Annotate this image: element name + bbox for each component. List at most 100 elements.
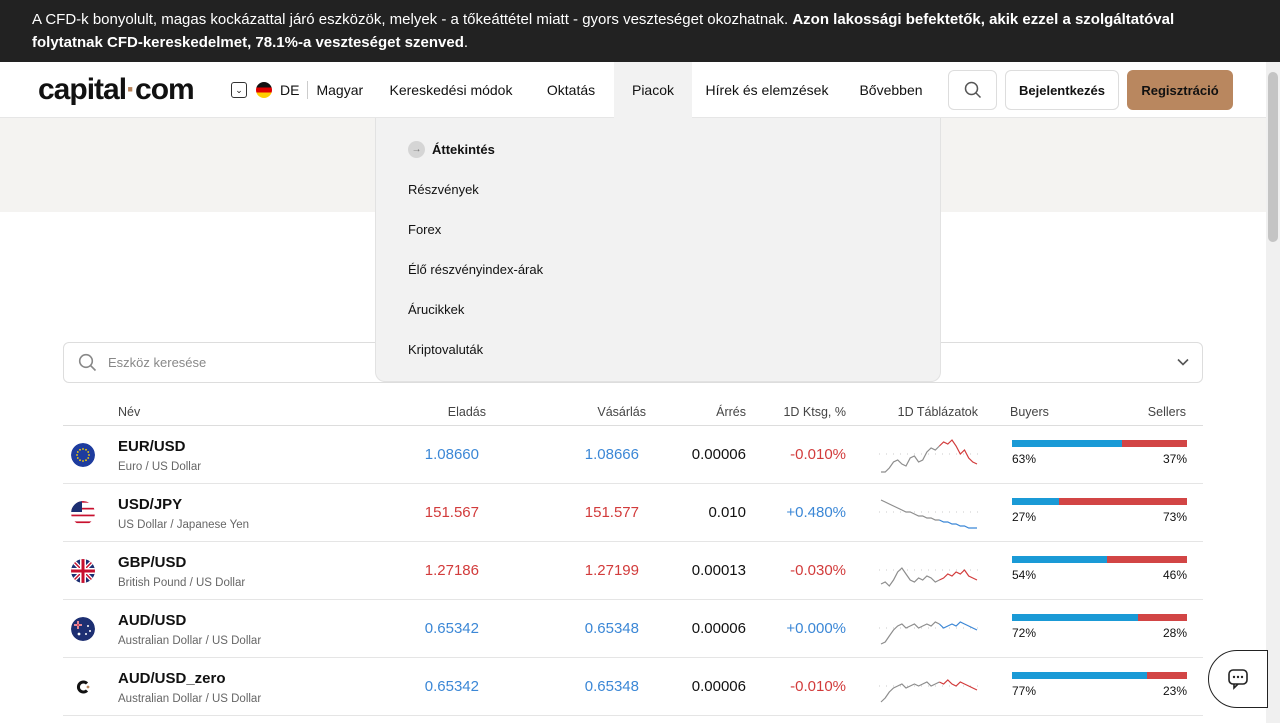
sentiment-bar <box>1012 556 1187 563</box>
buyers-bar <box>1012 614 1138 621</box>
chat-icon <box>1228 669 1248 690</box>
arrow-right-icon: → <box>408 141 425 158</box>
menu-item-crypto[interactable]: Kriptovaluták <box>408 342 483 357</box>
capital-logo[interactable]: capital·com <box>38 73 195 107</box>
risk-warning-end: . <box>463 34 469 51</box>
menu-item-forex[interactable]: Forex <box>408 222 441 237</box>
menu-item-shares[interactable]: Részvények <box>408 182 479 197</box>
change-value: -0.010% <box>790 446 846 463</box>
chevron-down-icon[interactable] <box>1176 355 1190 369</box>
sellers-percent: 73% <box>1162 510 1187 524</box>
sell-price[interactable]: 1.27186 <box>425 562 479 579</box>
sentiment-bar <box>1012 440 1187 447</box>
capital-flag-icon <box>71 675 95 699</box>
instrument-description: Australian Dollar / US Dollar <box>118 693 262 705</box>
logo-text-main: capital <box>38 73 127 106</box>
menu-item-indices[interactable]: Élő részvényindex-árak <box>408 262 543 277</box>
eu-flag-icon <box>71 443 95 467</box>
column-buyers: Buyers <box>1010 405 1049 419</box>
instrument-symbol[interactable]: GBP/USD <box>118 554 186 571</box>
sell-price[interactable]: 0.65342 <box>425 678 479 695</box>
us-flag-icon <box>71 501 95 525</box>
markets-dropdown-menu: → Áttekintés Részvények Forex Élő részvé… <box>375 118 941 382</box>
change-value: -0.030% <box>790 562 846 579</box>
risk-warning-text: A CFD-k bonyolult, magas kockázattal jár… <box>32 11 793 28</box>
chat-button[interactable] <box>1208 650 1268 708</box>
table-row[interactable]: EUR/USD Euro / US Dollar 1.08660 1.08666 0.0… <box>63 426 1203 484</box>
sell-price[interactable]: 1.08660 <box>425 446 479 463</box>
menu-item-overview-label: Áttekintés <box>432 142 495 157</box>
instrument-description: Australian Dollar / US Dollar <box>118 635 262 647</box>
instrument-description: US Dollar / Japanese Yen <box>118 519 250 531</box>
nav-trading-modes[interactable]: Kereskedési módok <box>376 62 526 118</box>
buyers-bar <box>1012 672 1147 679</box>
table-row[interactable]: AUD/USD Australian Dollar / US Dollar 0.65… <box>63 600 1203 658</box>
instrument-symbol[interactable]: USD/JPY <box>118 496 182 513</box>
page-scrollbar[interactable] <box>1266 62 1280 723</box>
spread-value: 0.00013 <box>691 562 746 579</box>
table-row[interactable]: USD/JPY US Dollar / Japanese Yen 151.567 15… <box>63 484 1203 542</box>
buy-price[interactable]: 1.08666 <box>585 446 639 463</box>
column-charts: 1D Táblázatok <box>897 405 978 419</box>
buyers-bar <box>1012 556 1107 563</box>
nav-markets[interactable]: Piacok <box>614 62 692 118</box>
sparkline-chart <box>879 679 979 703</box>
table-row[interactable]: AUD/USD_zero Australian Dollar / US Dolla… <box>63 658 1203 716</box>
nav-more[interactable]: Bővebben <box>846 62 936 118</box>
instrument-symbol[interactable]: AUD/USD <box>118 612 186 629</box>
buy-price[interactable]: 0.65348 <box>585 678 639 695</box>
buy-price[interactable]: 1.27199 <box>585 562 639 579</box>
scrollbar-thumb[interactable] <box>1268 72 1278 242</box>
spread-value: 0.00006 <box>691 678 746 695</box>
buyers-bar <box>1012 498 1060 505</box>
spread-value: 0.00006 <box>691 446 746 463</box>
column-spread[interactable]: Árrés <box>716 405 746 419</box>
sentiment-bar <box>1012 614 1187 621</box>
instrument-symbol[interactable]: EUR/USD <box>118 438 186 455</box>
sentiment-bar <box>1012 672 1187 679</box>
search-icon <box>964 81 981 99</box>
menu-item-commodities[interactable]: Árucikkek <box>408 302 464 317</box>
buyers-percent: 54% <box>1012 568 1037 582</box>
buy-price[interactable]: 151.577 <box>585 504 639 521</box>
language-name: Magyar <box>316 82 364 98</box>
search-button[interactable] <box>948 70 997 110</box>
au-flag-icon <box>71 617 95 641</box>
nav-education[interactable]: Oktatás <box>532 62 610 118</box>
instrument-description: British Pound / US Dollar <box>118 577 246 589</box>
sellers-percent: 28% <box>1162 626 1187 640</box>
sellers-percent: 46% <box>1162 568 1187 582</box>
menu-item-overview[interactable]: → Áttekintés <box>408 141 495 158</box>
sell-price[interactable]: 151.567 <box>425 504 479 521</box>
sparkline-chart <box>879 621 979 645</box>
sell-price[interactable]: 0.65342 <box>425 620 479 637</box>
table-header: Név Eladás Vásárlás Árrés 1D Ktsg, % 1D … <box>63 400 1203 426</box>
sellers-bar <box>1059 498 1187 505</box>
language-selector[interactable]: ⌄ DE Magyar <box>231 62 363 118</box>
column-sell[interactable]: Eladás <box>448 405 486 419</box>
column-buy[interactable]: Vásárlás <box>597 405 646 419</box>
table-row[interactable]: GBP/USD British Pound / US Dollar 1.27186 1… <box>63 542 1203 600</box>
nav-news-analysis[interactable]: Hírek és elemzések <box>697 62 837 118</box>
search-input[interactable]: Eszköz keresése <box>108 355 206 370</box>
logo-text-end: com <box>135 73 195 106</box>
region-code: DE <box>280 82 300 98</box>
sparkline-chart <box>879 499 979 529</box>
buyers-percent: 63% <box>1012 452 1037 466</box>
logo-dot: · <box>126 73 136 106</box>
sellers-percent: 23% <box>1162 684 1187 698</box>
buyers-bar <box>1012 440 1123 447</box>
column-name[interactable]: Név <box>118 405 140 419</box>
spread-value: 0.00006 <box>691 620 746 637</box>
column-change[interactable]: 1D Ktsg, % <box>783 405 846 419</box>
search-icon <box>78 353 97 372</box>
sparkline-chart <box>879 567 979 587</box>
risk-warning-banner: A CFD-k bonyolult, magas kockázattal jár… <box>0 0 1280 62</box>
buy-price[interactable]: 0.65348 <box>585 620 639 637</box>
change-value: +0.480% <box>786 504 846 521</box>
register-button[interactable]: Regisztráció <box>1127 70 1233 110</box>
instrument-symbol[interactable]: AUD/USD_zero <box>118 670 226 687</box>
buyers-percent: 77% <box>1012 684 1037 698</box>
login-button[interactable]: Bejelentkezés <box>1005 70 1119 110</box>
sparkline-chart <box>879 439 979 473</box>
